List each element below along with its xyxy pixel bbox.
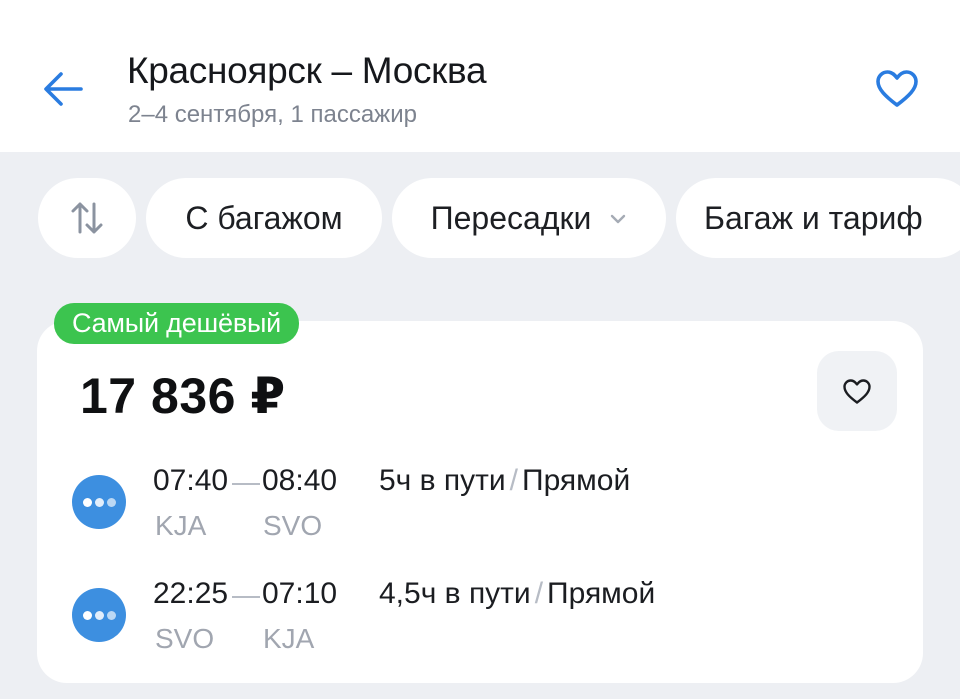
- departure-time: 22:25: [153, 577, 229, 610]
- departure-airport-code: KJA: [155, 510, 207, 541]
- departure-airport-code: SVO: [155, 623, 215, 654]
- baggage-tariff-label: Багаж и тариф: [704, 199, 923, 236]
- with-baggage-label: С багажом: [185, 199, 343, 236]
- cheapest-badge: Самый дешёвый: [54, 303, 300, 344]
- sort-button[interactable]: [38, 178, 136, 258]
- stops-info: Прямой: [522, 464, 631, 497]
- arrival-airport-code: SVO: [263, 510, 323, 541]
- airline-logo-icon: [72, 475, 126, 529]
- flight-duration: 5ч в пути: [379, 464, 506, 497]
- departure-time: 07:40: [153, 464, 229, 497]
- baggage-tariff-filter[interactable]: Багаж и тариф: [676, 178, 960, 258]
- flight-segment-return: 22:25 07:10 SVO KJA 4,5ч в пути / Прямой: [0, 575, 960, 665]
- flight-duration-info: 5ч в пути / Прямой: [379, 464, 630, 498]
- transfers-filter[interactable]: Пересадки: [392, 178, 666, 258]
- arrival-time: 07:10: [262, 577, 338, 610]
- route-title: Красноярск – Москва: [127, 50, 487, 91]
- back-button[interactable]: [40, 66, 86, 112]
- stops-info: Прямой: [547, 577, 656, 610]
- with-baggage-filter[interactable]: С багажом: [146, 178, 382, 258]
- chevron-down-icon: [611, 214, 626, 224]
- top-bar: Красноярск – Москва 2–4 сентября, 1 пасс…: [0, 0, 960, 152]
- flight-duration-info: 4,5ч в пути / Прямой: [379, 577, 655, 611]
- route-subtitle: 2–4 сентября, 1 пассажир: [128, 101, 417, 128]
- filter-bar: С багажом Пересадки Багаж и тариф: [38, 178, 960, 258]
- arrival-time: 08:40: [262, 464, 338, 497]
- arrow-left-icon: [44, 72, 83, 106]
- favorite-route-button[interactable]: [872, 66, 922, 112]
- time-dash: [232, 483, 260, 485]
- flight-duration: 4,5ч в пути: [379, 577, 531, 610]
- heart-icon: [843, 378, 871, 404]
- heart-icon: [876, 70, 918, 107]
- separator: /: [534, 577, 544, 610]
- separator: /: [509, 464, 519, 497]
- transfers-label: Пересадки: [430, 199, 592, 236]
- ticket-favorite-button[interactable]: [817, 351, 897, 431]
- sort-arrows-icon: [71, 202, 103, 234]
- flight-segment-outbound: 07:40 08:40 KJA SVO 5ч в пути / Прямой: [0, 462, 960, 552]
- ticket-price: 17 836 ₽: [80, 368, 286, 424]
- airline-logo-icon: [72, 588, 126, 642]
- time-dash: [232, 596, 260, 598]
- arrival-airport-code: KJA: [263, 623, 315, 654]
